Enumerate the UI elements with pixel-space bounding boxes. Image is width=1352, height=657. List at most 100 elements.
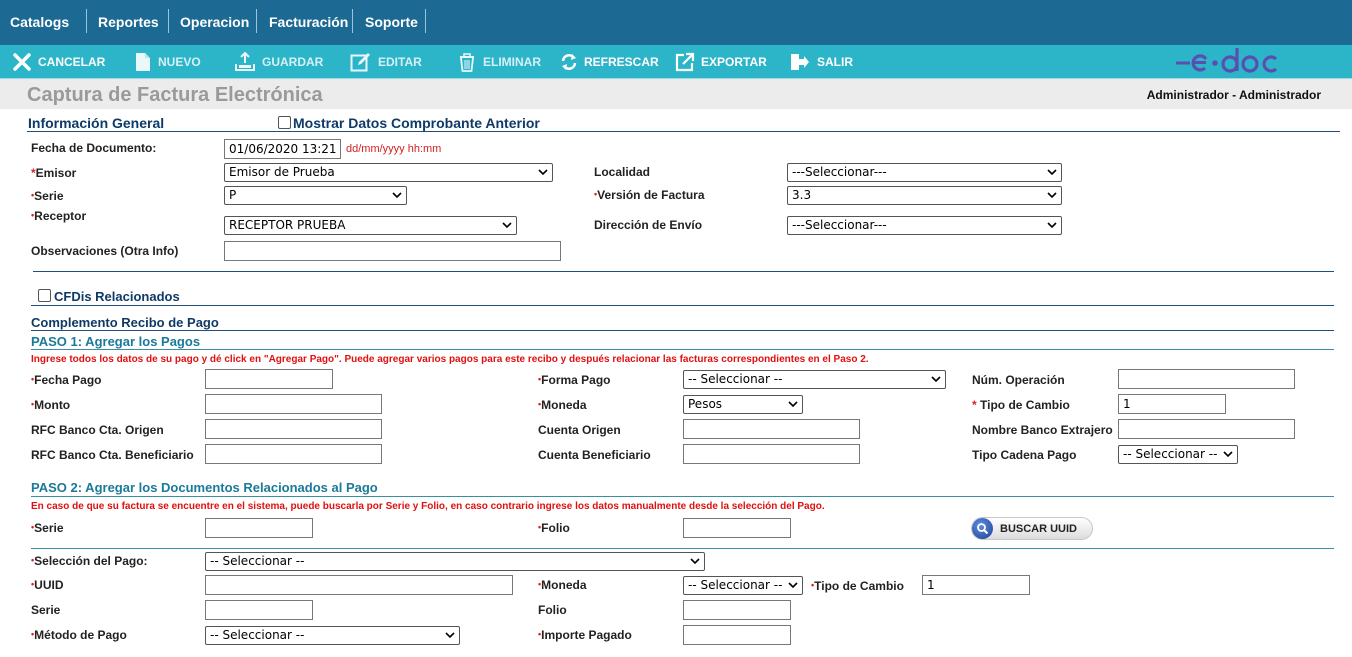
- editar-label: EDITAR: [378, 55, 422, 69]
- paso2-moneda-label-text: Moneda: [541, 578, 587, 592]
- metodo-pago-select[interactable]: -- Seleccionar --: [205, 626, 460, 645]
- menu-catalogs[interactable]: Catalogs: [10, 14, 69, 30]
- metodo-pago-select-value: -- Seleccionar --: [210, 628, 305, 642]
- serie-select[interactable]: P: [224, 186, 407, 205]
- menu-operacion[interactable]: Operacion: [180, 14, 249, 30]
- monto-label-text: Monto: [34, 398, 71, 412]
- cfdis-relacionados-checkbox[interactable]: [38, 289, 51, 302]
- paso2-tipo-cambio-label-text: Tipo de Cambio: [814, 579, 904, 593]
- receptor-label-text: Receptor: [34, 209, 87, 223]
- salir-label: SALIR: [817, 55, 853, 69]
- direccion-envio-select[interactable]: ---Seleccionar---: [787, 216, 1062, 235]
- paso2-folio-input[interactable]: [683, 518, 791, 538]
- fecha-format-hint: dd/mm/yyyy hh:mm: [346, 143, 442, 155]
- forma-pago-select-value: -- Seleccionar --: [688, 372, 783, 386]
- paso2-folio2-label: Folio: [538, 603, 567, 617]
- chevron-down-icon: [392, 192, 402, 199]
- paso2-serie2-input[interactable]: [205, 600, 313, 620]
- nombre-banco-label: Nombre Banco Extrajero: [972, 423, 1113, 437]
- section-divider: [31, 548, 1334, 549]
- serie-label: •Serie: [31, 189, 64, 203]
- eliminar-label: ELIMINAR: [483, 55, 541, 69]
- refrescar-label: REFRESCAR: [584, 55, 659, 69]
- localidad-select[interactable]: ---Seleccionar---: [787, 163, 1062, 182]
- paso2-tipo-cambio-label: •Tipo de Cambio: [811, 579, 904, 593]
- buscar-uuid-button[interactable]: BUSCAR UUID: [971, 517, 1093, 540]
- rfc-beneficiario-input[interactable]: [205, 444, 382, 464]
- importe-pagado-input[interactable]: [683, 625, 791, 645]
- monto-input[interactable]: [205, 394, 382, 414]
- seleccion-pago-label-text: Selección del Pago:: [34, 554, 148, 568]
- complemento-title: Complemento Recibo de Pago: [31, 315, 219, 330]
- cuenta-origen-input[interactable]: [683, 419, 860, 439]
- guardar-label: GUARDAR: [262, 55, 324, 69]
- rfc-origen-input[interactable]: [205, 419, 382, 439]
- paso2-folio2-input[interactable]: [683, 600, 791, 620]
- chevron-down-icon: [690, 558, 700, 565]
- receptor-select[interactable]: RECEPTOR PRUEBA: [224, 216, 517, 235]
- paso2-serie-input[interactable]: [205, 518, 313, 538]
- uuid-input[interactable]: [205, 575, 513, 595]
- cuenta-origen-label: Cuenta Origen: [538, 423, 621, 437]
- rfc-beneficiario-label: RFC Banco Cta. Beneficiario: [31, 448, 194, 462]
- tipo-cambio-input[interactable]: [1118, 394, 1226, 414]
- salir-button[interactable]: SALIR: [789, 45, 853, 79]
- seleccion-pago-select-value: -- Seleccionar --: [210, 554, 305, 568]
- metodo-pago-label-text: Método de Pago: [34, 628, 127, 642]
- tipo-cambio-label: * Tipo de Cambio: [972, 398, 1070, 412]
- new-document-icon: [136, 53, 150, 71]
- nombre-banco-input[interactable]: [1118, 419, 1295, 439]
- tipo-cadena-select-value: -- Seleccionar --: [1123, 447, 1218, 461]
- paso2-moneda-select[interactable]: -- Seleccionar --: [683, 576, 803, 595]
- search-icon: [972, 518, 993, 539]
- paso1-title: PASO 1: Agregar los Pagos: [31, 334, 201, 349]
- tipo-cadena-select[interactable]: -- Seleccionar --: [1118, 445, 1238, 464]
- localidad-label: Localidad: [594, 165, 651, 179]
- section-divider: [31, 330, 1334, 331]
- forma-pago-select[interactable]: -- Seleccionar --: [683, 370, 946, 389]
- num-operacion-input[interactable]: [1118, 369, 1295, 389]
- receptor-select-value: RECEPTOR PRUEBA: [229, 218, 346, 232]
- nuevo-button[interactable]: NUEVO: [134, 45, 201, 79]
- chevron-down-icon: [1223, 451, 1233, 458]
- editar-button[interactable]: EDITAR: [350, 45, 422, 79]
- cancelar-label: CANCELAR: [38, 55, 106, 69]
- fecha-pago-input[interactable]: [205, 369, 333, 389]
- cancelar-button[interactable]: CANCELAR: [12, 45, 105, 79]
- moneda-select[interactable]: Pesos: [683, 395, 803, 414]
- cuenta-beneficiario-input[interactable]: [683, 444, 860, 464]
- num-operacion-label: Núm. Operación: [972, 373, 1065, 387]
- guardar-button[interactable]: GUARDAR: [234, 45, 323, 79]
- importe-pagado-label: •Importe Pagado: [538, 628, 632, 642]
- menu-separator: [256, 9, 257, 33]
- metodo-pago-label: •Método de Pago: [31, 628, 127, 642]
- chevron-down-icon: [1047, 192, 1057, 199]
- paso2-moneda-label: •Moneda: [538, 578, 587, 592]
- observaciones-input[interactable]: [224, 241, 561, 261]
- version-factura-label-text: Versión de Factura: [597, 188, 705, 202]
- eliminar-button[interactable]: ELIMINAR: [457, 45, 541, 79]
- refrescar-button[interactable]: REFRESCAR: [560, 45, 659, 79]
- monto-label: •Monto: [31, 398, 70, 412]
- paso2-folio-label-text: Folio: [541, 521, 570, 535]
- nuevo-label: NUEVO: [158, 55, 201, 69]
- paso2-moneda-select-value: -- Seleccionar --: [688, 578, 783, 592]
- save-icon: [235, 52, 255, 71]
- menu-facturacion[interactable]: Facturación: [269, 14, 348, 30]
- forma-pago-label-text: Forma Pago: [541, 373, 611, 387]
- version-factura-select[interactable]: 3.3: [787, 186, 1062, 205]
- chevron-down-icon: [931, 376, 941, 383]
- section-divider: [31, 349, 1334, 350]
- section-divider: [33, 271, 1334, 272]
- uuid-label-text: UUID: [34, 578, 64, 592]
- exportar-button[interactable]: EXPORTAR: [675, 45, 767, 79]
- chevron-down-icon: [538, 169, 548, 176]
- emisor-select[interactable]: Emisor de Prueba: [224, 163, 553, 182]
- fecha-documento-input[interactable]: [224, 139, 341, 159]
- mostrar-datos-checkbox[interactable]: [278, 116, 291, 129]
- menu-soporte[interactable]: Soporte: [365, 14, 418, 30]
- menu-reportes[interactable]: Reportes: [98, 14, 159, 30]
- seleccion-pago-select[interactable]: -- Seleccionar --: [205, 552, 705, 571]
- chevron-down-icon: [788, 401, 798, 408]
- paso2-tipo-cambio-input[interactable]: [922, 575, 1030, 595]
